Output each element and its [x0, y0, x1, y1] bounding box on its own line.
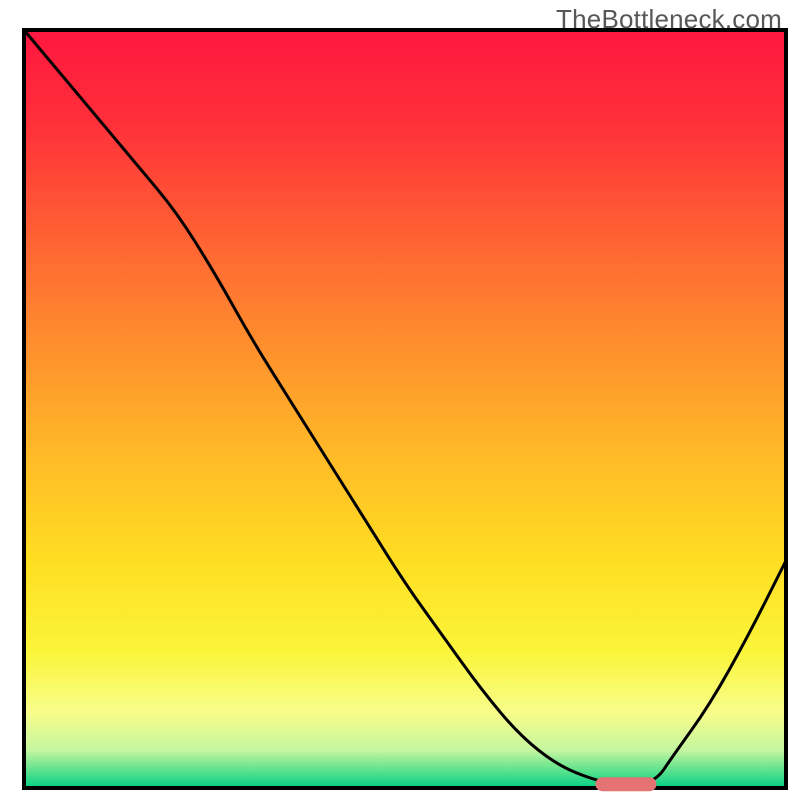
chart-container: TheBottleneck.com: [0, 0, 800, 800]
watermark-text: TheBottleneck.com: [556, 4, 782, 35]
plot-background: [24, 30, 786, 788]
optimal-range-marker: [596, 777, 657, 791]
bottleneck-chart: [0, 0, 800, 800]
